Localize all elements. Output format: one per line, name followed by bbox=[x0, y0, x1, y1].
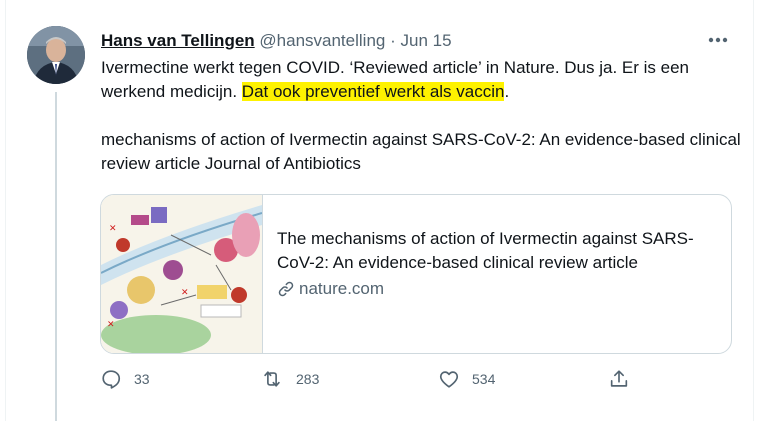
author-name[interactable]: Hans van Tellingen bbox=[101, 31, 255, 50]
tweet-paragraph-1: Ivermectine werkt tegen COVID. ‘Reviewed… bbox=[101, 56, 741, 104]
thread-line bbox=[55, 92, 57, 421]
card-domain: nature.com bbox=[277, 277, 717, 301]
reply-count: 33 bbox=[134, 371, 150, 387]
retweet-count: 283 bbox=[296, 371, 320, 387]
reply-icon bbox=[102, 370, 121, 389]
share-button[interactable] bbox=[608, 368, 630, 390]
like-icon bbox=[439, 371, 459, 388]
avatar[interactable] bbox=[27, 26, 85, 84]
svg-text:✕: ✕ bbox=[181, 288, 189, 298]
link-icon bbox=[278, 281, 294, 297]
tweet-actions: 33 283 534 bbox=[96, 368, 736, 398]
card-domain-text: nature.com bbox=[299, 279, 385, 298]
more-icon bbox=[708, 37, 728, 43]
svg-text:✕: ✕ bbox=[107, 320, 115, 330]
article-diagram-image: ✕ ✕ ✕ bbox=[101, 195, 263, 353]
tweet-text-end: . bbox=[504, 82, 510, 101]
tweet-text: Ivermectine werkt tegen COVID. ‘Reviewed… bbox=[101, 56, 741, 176]
separator-dot: · bbox=[390, 31, 396, 50]
avatar-image bbox=[27, 26, 85, 84]
retweet-icon bbox=[264, 371, 280, 387]
tweet-date[interactable]: Jun 15 bbox=[401, 31, 452, 50]
highlighted-text: Dat ook preventief werkt als vaccin bbox=[241, 82, 505, 101]
like-count: 534 bbox=[472, 371, 496, 387]
tweet-header: Hans van Tellingen @hansvantelling · Jun… bbox=[101, 30, 452, 52]
reply-button[interactable]: 33 bbox=[100, 368, 150, 390]
card-title: The mechanisms of action of Ivermectin a… bbox=[277, 229, 694, 272]
more-options-button[interactable] bbox=[700, 28, 736, 52]
tweet-paragraph-2: mechanisms of action of Ivermectin again… bbox=[101, 130, 741, 173]
svg-text:✕: ✕ bbox=[109, 224, 117, 234]
author-handle[interactable]: @hansvantelling bbox=[259, 31, 385, 50]
share-icon bbox=[610, 370, 628, 387]
like-button[interactable]: 534 bbox=[438, 368, 495, 390]
link-preview-card[interactable]: ✕ ✕ ✕ The mechanisms of action of Iverme… bbox=[100, 194, 732, 354]
retweet-button[interactable]: 283 bbox=[260, 368, 319, 390]
card-thumbnail: ✕ ✕ ✕ bbox=[101, 195, 263, 353]
card-body: The mechanisms of action of Ivermectin a… bbox=[277, 227, 717, 301]
